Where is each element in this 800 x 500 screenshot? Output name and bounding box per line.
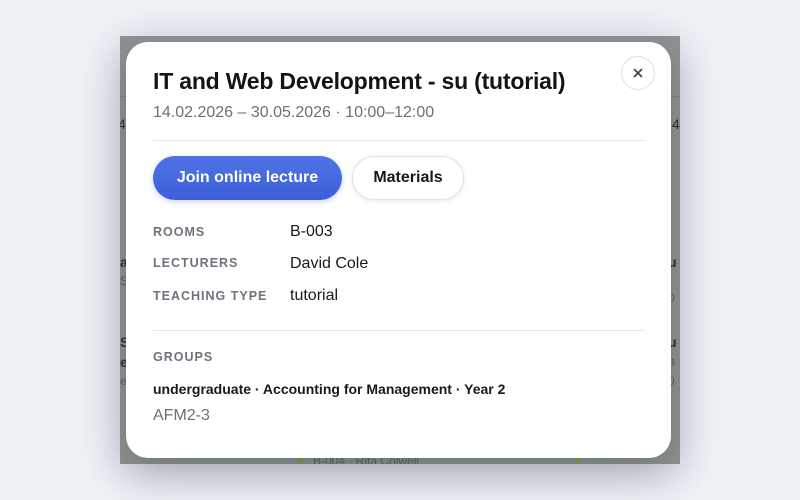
materials-button[interactable]: Materials xyxy=(352,156,464,200)
groups-label: GROUPS xyxy=(153,350,214,364)
screen: 4, 4 a S u 0 S e e u a 0 B-004 · Rita Co… xyxy=(0,0,800,500)
rooms-label: ROOMS xyxy=(153,225,206,239)
teaching-type-label: TEACHING TYPE xyxy=(153,289,268,303)
group-name: undergraduate · Accounting for Managemen… xyxy=(153,381,506,397)
lecturers-value: David Cole xyxy=(290,255,369,272)
join-online-lecture-button[interactable]: Join online lecture xyxy=(153,156,342,200)
details-divider xyxy=(153,330,645,331)
teaching-type-value: tutorial xyxy=(290,287,339,304)
background-fragment: 4 xyxy=(672,116,680,132)
event-details-dialog: IT and Web Development - su (tutorial) 1… xyxy=(126,42,671,458)
close-button[interactable] xyxy=(621,56,655,90)
group-code: AFM2-3 xyxy=(153,407,210,424)
header-divider xyxy=(153,140,645,141)
event-date-time: 14.02.2026 – 30.05.2026 · 10:00–12:00 xyxy=(153,104,435,121)
lecturers-label: LECTURERS xyxy=(153,256,239,270)
event-title: IT and Web Development - su (tutorial) xyxy=(153,68,566,94)
rooms-value: B-003 xyxy=(290,223,333,240)
close-icon xyxy=(633,68,643,78)
